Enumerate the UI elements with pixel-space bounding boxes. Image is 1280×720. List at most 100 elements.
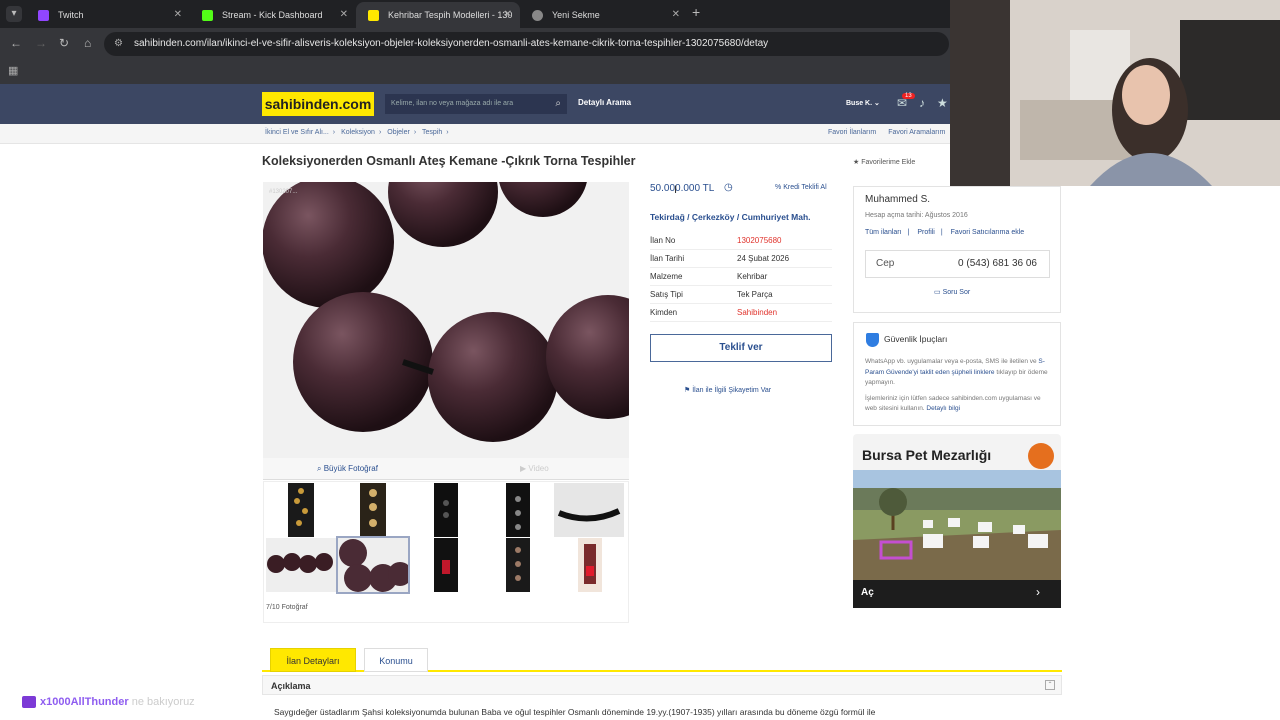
bell-icon[interactable]: ♪	[919, 96, 925, 110]
info-value: Tek Parça	[737, 290, 773, 299]
main-photo[interactable]	[263, 182, 629, 458]
favorite-searches-link[interactable]: Favori Aramalarım	[888, 129, 945, 136]
thumbnail[interactable]	[410, 483, 480, 537]
thumbnail[interactable]	[266, 538, 336, 592]
site-settings-icon[interactable]: ⚙	[114, 32, 123, 56]
info-row: Kimden Sahibinden	[650, 304, 832, 322]
safety-title: Güvenlik İpuçları	[884, 334, 948, 344]
thumbnail[interactable]	[266, 483, 336, 537]
add-favorite-button[interactable]: ★ Favorilerime Ekle	[853, 158, 915, 166]
info-value: Kehribar	[737, 272, 768, 281]
thumbnail[interactable]	[338, 483, 408, 537]
all-listings-link[interactable]: Tüm ilanları	[865, 229, 902, 236]
separator: |	[940, 229, 943, 236]
flag-icon: ⚑	[684, 387, 691, 394]
search-input[interactable]: Kelime, ilan no veya mağaza adı ile ara …	[385, 94, 567, 114]
chevron-right-icon[interactable]: ›	[1036, 585, 1040, 599]
thumbnail[interactable]	[554, 483, 624, 537]
user-menu[interactable]: Buse K. ⌄	[846, 99, 880, 107]
info-value: 1302075680	[737, 236, 782, 245]
tab-kick[interactable]: Stream - Kick Dashboard ✕	[190, 2, 356, 28]
location-separator: /	[736, 212, 740, 222]
tab-listing-details[interactable]: İlan Detayları	[270, 648, 356, 672]
search-placeholder: Kelime, ilan no veya mağaza adı ile ara	[391, 100, 514, 107]
details-link[interactable]: Detaylı bilgi	[926, 405, 960, 412]
ask-question-label: Soru Sor	[942, 289, 971, 296]
video-label: Video	[528, 464, 549, 473]
video-button: ▶ Video	[520, 464, 549, 473]
ad-logo	[1028, 443, 1054, 469]
tab-label: Yeni Sekme	[552, 10, 600, 20]
notification-badge: 13	[902, 93, 915, 99]
description-heading: Açıklama	[262, 675, 1062, 695]
close-tab-icon[interactable]: ✕	[504, 2, 512, 28]
make-offer-button[interactable]: Teklif ver	[650, 334, 832, 362]
thumbnail[interactable]	[554, 538, 624, 592]
location-district[interactable]: Çerkezköy	[692, 212, 735, 222]
tab-new[interactable]: Yeni Sekme ✕	[520, 2, 688, 28]
info-key: Kimden	[650, 308, 678, 317]
big-photo-button[interactable]: ⌕ Büyük Fotoğraf	[317, 464, 378, 474]
close-tab-icon[interactable]: ✕	[672, 2, 680, 28]
breadcrumb-item[interactable]: İkinci El ve Sıfır Alı...	[265, 129, 329, 136]
sahibinden-icon	[368, 10, 379, 21]
add-favorite-label: Favorilerime Ekle	[861, 159, 916, 166]
reload-icon[interactable]: ↻	[59, 36, 69, 50]
mouse-cursor: I	[674, 184, 678, 196]
separator: |	[907, 229, 910, 236]
chat-message: x1000AllThunder ne bakıyoruz	[22, 696, 195, 709]
safety-text-part: WhatsApp vb. uygulamalar veya e-posta, S…	[865, 358, 1039, 365]
breadcrumb-item[interactable]: Objeler	[387, 129, 410, 136]
search-icon[interactable]: ⌕	[555, 94, 561, 114]
location-neighborhood[interactable]: Cumhuriyet Mah.	[742, 212, 811, 222]
ad-bottom-bar	[853, 580, 1061, 608]
thumbnail[interactable]	[482, 538, 552, 592]
collapse-icon[interactable]: ⌃	[1045, 680, 1055, 690]
profile-link[interactable]: Profili	[917, 229, 935, 236]
advanced-search-link[interactable]: Detaylı Arama	[578, 98, 631, 107]
back-icon[interactable]: ←	[10, 36, 22, 50]
tab-label: Stream - Kick Dashboard	[222, 10, 323, 20]
thumbnail[interactable]	[482, 483, 552, 537]
ad-title: Bursa Pet Mezarlığı	[862, 447, 992, 463]
favorite-seller-link[interactable]: Favori Satıcılarıma ekle	[951, 229, 1025, 236]
seller-name[interactable]: Muhammed S.	[865, 194, 930, 205]
phone-box[interactable]: Cep 0 (543) 681 36 06	[865, 250, 1050, 278]
info-row: Satış Tipi Tek Parça	[650, 286, 832, 304]
photo-count: 7/10 Fotoğraf	[266, 604, 308, 611]
tab-search-icon[interactable]: ▾	[6, 6, 22, 22]
breadcrumb-item[interactable]: Koleksiyon	[341, 129, 375, 136]
tab-location[interactable]: Konumu	[364, 648, 428, 672]
price-history-icon[interactable]: ◷	[724, 182, 733, 193]
star-icon[interactable]: ★	[937, 96, 948, 110]
credit-offer-label: Kredi Teklifi Al	[783, 184, 827, 191]
new-tab-icon[interactable]: +	[692, 4, 700, 20]
price: 50.000.000 TL	[650, 183, 715, 194]
description-text: Saygıdeğer üstadlarım Şahsi koleksiyonum…	[274, 707, 876, 717]
home-icon[interactable]: ⌂	[84, 36, 91, 50]
listing-info-table: İlan No 1302075680 İlan Tarihi 24 Şubat 20…	[650, 232, 832, 322]
thumbnail[interactable]	[410, 538, 480, 592]
site-logo[interactable]: sahibinden.com	[262, 92, 374, 116]
chat-username: x1000AllThunder	[40, 696, 129, 708]
credit-offer-link[interactable]: % Kredi Teklifi Al	[775, 184, 827, 191]
tab-twitch[interactable]: Twitch ✕	[26, 2, 190, 28]
play-icon: ▶	[520, 464, 527, 473]
info-row: İlan Tarihi 24 Şubat 2026	[650, 250, 832, 268]
location-city[interactable]: Tekirdağ	[650, 212, 685, 222]
streamer-webcam-image	[950, 0, 1280, 186]
thumbnail-selected[interactable]	[336, 536, 410, 594]
complaint-link[interactable]: ⚑ İlan ile İlgili Şikayetim Var	[684, 386, 771, 394]
breadcrumb-item[interactable]: Tespih	[422, 129, 442, 136]
info-row: İlan No 1302075680	[650, 232, 832, 250]
address-bar[interactable]: ⚙ sahibinden.com/ilan/ikinci-el-ve-sifir…	[104, 32, 949, 56]
favorite-listings-link[interactable]: Favori İlanlarım	[828, 129, 876, 136]
info-key: İlan Tarihi	[650, 254, 685, 263]
forward-icon[interactable]: →	[35, 36, 47, 50]
ad-open-button[interactable]: Aç	[861, 587, 874, 598]
apps-icon[interactable]: ▦	[8, 64, 18, 77]
ask-question-button[interactable]: ▭ Soru Sor	[934, 288, 970, 296]
close-tab-icon[interactable]: ✕	[174, 2, 182, 28]
close-tab-icon[interactable]: ✕	[340, 2, 348, 28]
tab-sahibinden[interactable]: Kehribar Tespih Modelleri - 130 ✕	[356, 2, 520, 28]
